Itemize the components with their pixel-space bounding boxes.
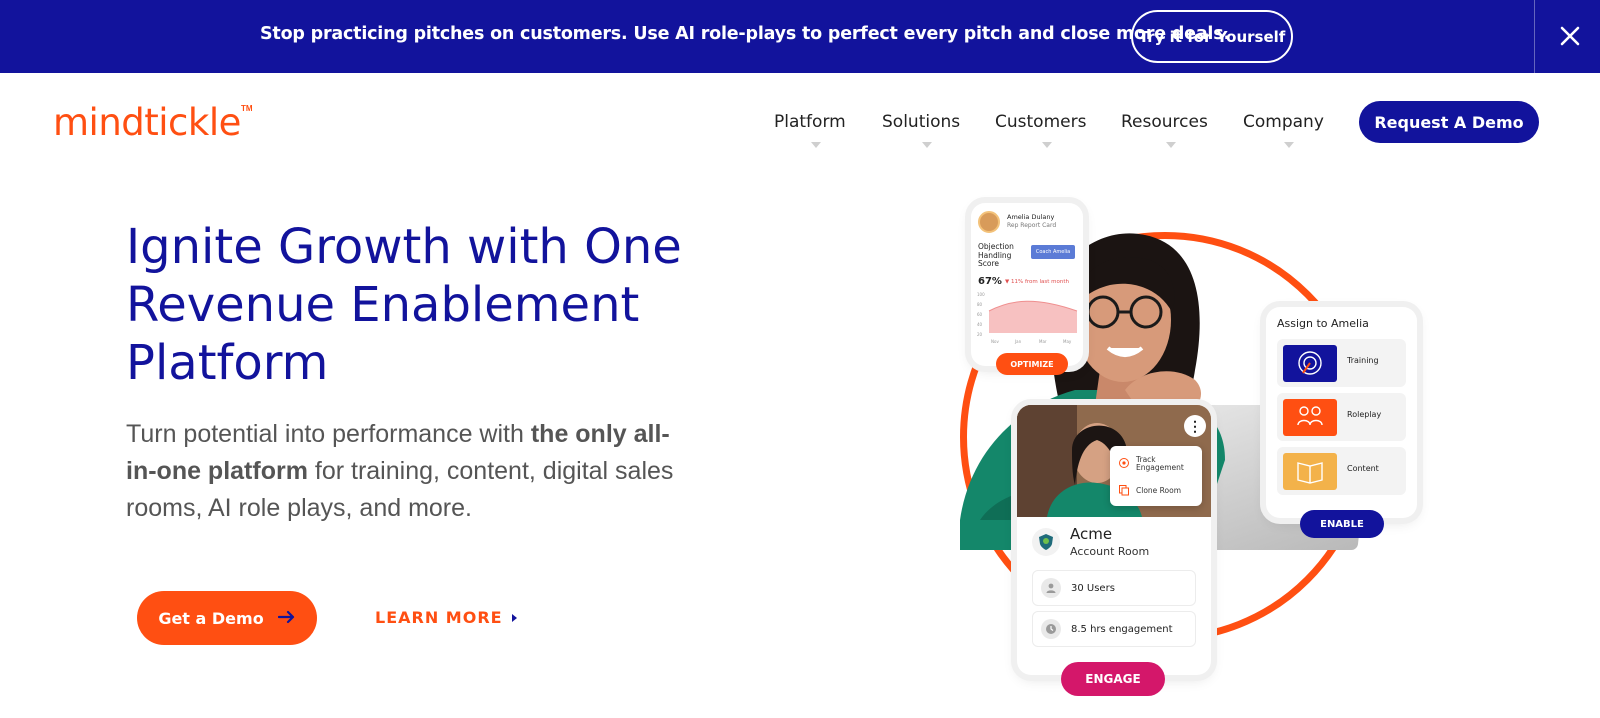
chart-month: May [1063,339,1072,344]
clone-room-label: Clone Room [1136,486,1182,495]
try-it-button[interactable]: Try it for Yourself [1131,10,1293,63]
assign-item-roleplay: Roleplay [1277,393,1406,441]
users-stat: 30 Users [1032,570,1196,606]
nav-customers[interactable]: Customers [995,112,1086,132]
get-demo-button[interactable]: Get a Demo [137,591,317,645]
get-demo-label: Get a Demo [158,608,264,628]
training-icon [1283,345,1337,382]
nav-company[interactable]: Company [1243,112,1324,132]
arrow-right-icon [277,609,296,628]
promo-banner: Stop practicing pitches on customers. Us… [0,0,1600,73]
copy-icon [1118,484,1130,498]
hero-title: Ignite Growth with One Revenue Enablemen… [126,219,682,391]
mindtickle-logo[interactable]: mindtickle [53,101,241,144]
enable-badge: ENABLE [1300,510,1384,538]
chart-tick: 80 [977,302,983,307]
content-icon [1283,453,1337,490]
chart-tick: 20 [977,332,983,337]
engage-badge: ENGAGE [1061,662,1165,696]
clone-room-item: Clone Room [1118,484,1181,498]
assign-item-content: Content [1277,447,1406,495]
track-engagement-item: Track Engagement [1118,456,1202,472]
room-actions-popup: Track Engagement Clone Room [1110,446,1202,506]
learn-more-link[interactable]: LEARN MORE [375,608,518,627]
account-subtitle: Account Room [1070,545,1150,558]
assign-card: Assign to Amelia Training Roleplay Conte… [1266,307,1417,518]
chevron-down-icon [1284,142,1294,148]
chart-tick: 40 [977,322,983,327]
logo-trademark: TM [241,104,253,113]
assign-label: Training [1347,356,1379,365]
account-name: Acme [1070,525,1113,543]
target-icon [1118,457,1130,471]
chevron-down-icon [1042,142,1052,148]
chevron-down-icon [1166,142,1176,148]
chart-month: Mar [1039,339,1047,344]
user-icon [1041,578,1061,598]
chart-tick: 100 [977,292,985,297]
coach-button: Coach Amelia [1031,245,1075,259]
nav-resources[interactable]: Resources [1121,112,1208,132]
rep-percent: 67% [978,276,1002,287]
users-stat-label: 30 Users [1071,582,1115,594]
learn-more-label: LEARN MORE [375,608,503,627]
nav-platform[interactable]: Platform [774,112,846,132]
rep-role: Rep Report Card [1007,222,1057,229]
assign-item-training: Training [1277,339,1406,387]
assign-label: Roleplay [1347,410,1382,419]
chevron-down-icon [811,142,821,148]
engagement-stat-label: 8.5 hrs engagement [1071,623,1173,635]
chart-tick: 60 [977,312,983,317]
assign-label: Content [1347,464,1379,473]
optimize-badge: OPTIMIZE [996,353,1068,375]
engagement-stat: 8.5 hrs engagement [1032,611,1196,647]
acme-logo-icon [1032,528,1060,556]
nav-solutions[interactable]: Solutions [882,112,960,132]
request-demo-button[interactable]: Request A Demo [1359,101,1539,143]
rep-delta: ▼ 11% from last month [1005,279,1070,285]
hero-subtitle-pre: Turn potential into performance with [126,420,531,448]
caret-right-icon [511,608,518,627]
rep-name: Amelia Dulany [1007,213,1055,221]
chart-month: Jan [1014,339,1022,344]
close-icon[interactable] [1556,22,1584,50]
chevron-down-icon [922,142,932,148]
banner-divider [1534,0,1535,73]
clock-icon [1041,619,1061,639]
kebab-menu-icon: ⋮ [1184,415,1206,437]
rep-mini-chart: 100 80 60 40 20 Nov Jan Mar May [977,291,1079,351]
rep-metric-label: Objection Handling Score [978,242,1014,268]
roleplay-icon [1283,399,1337,436]
hero-subtitle: Turn potential into performance with the… [126,416,686,527]
rep-report-card: Amelia Dulany Rep Report Card Objection … [971,203,1083,366]
chart-month: Nov [991,339,999,344]
track-engagement-label: Track Engagement [1136,455,1184,472]
banner-text: Stop practicing pitches on customers. Us… [260,24,1230,44]
assign-title: Assign to Amelia [1277,317,1369,330]
avatar [978,211,1000,233]
